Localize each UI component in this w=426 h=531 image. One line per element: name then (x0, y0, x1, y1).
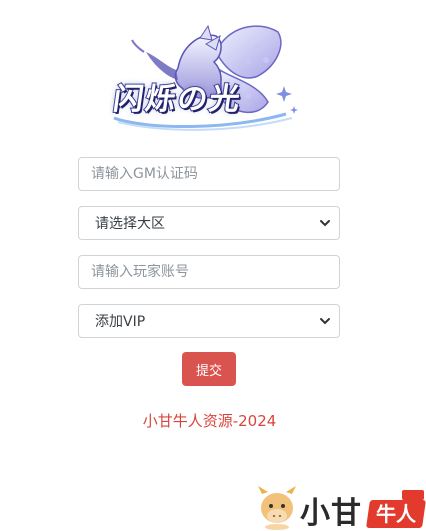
gm-code-input[interactable] (78, 157, 340, 191)
chevron-down-icon (319, 217, 331, 229)
page: 闪烁の光 请选择大区 添加VIP 提交 小甘牛人资源-2024 (0, 0, 426, 531)
region-select[interactable]: 请选择大区 (78, 206, 340, 240)
chevron-down-icon (319, 315, 331, 327)
logo-title: 闪烁の光 (110, 81, 245, 118)
action-select[interactable]: 添加VIP (78, 304, 340, 338)
action-select-value: 添加VIP (95, 314, 146, 330)
player-account-input[interactable] (78, 255, 340, 289)
submit-button[interactable]: 提交 (182, 352, 236, 386)
watermark-tag (402, 490, 424, 500)
watermark-logo: 小甘 牛人 (256, 482, 426, 531)
watermark-text: 小甘 (300, 496, 362, 531)
copyright-text: 小甘牛人资源-2024 (142, 412, 277, 430)
region-select-value: 请选择大区 (95, 216, 165, 232)
game-logo: 闪烁の光 (108, 22, 300, 134)
watermark-badge: 牛人 (366, 500, 426, 528)
ox-mascot-icon (258, 486, 296, 530)
